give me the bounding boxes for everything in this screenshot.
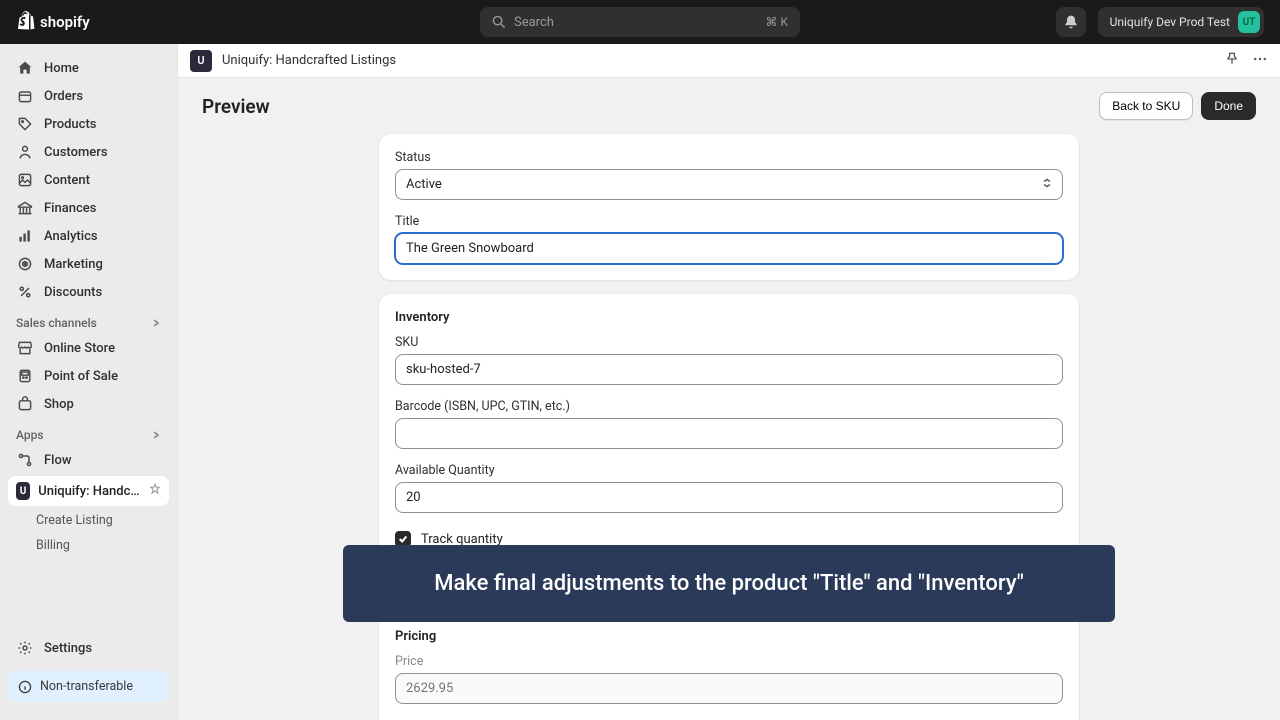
sidebar-item-label: Content <box>44 173 90 188</box>
sidebar-item-home[interactable]: Home <box>8 54 169 82</box>
pin-icon[interactable] <box>149 483 161 499</box>
sku-input[interactable] <box>395 354 1063 385</box>
sidebar-item-label: Products <box>44 117 96 132</box>
app-header: U Uniquify: Handcrafted Listings <box>178 44 1280 78</box>
sidebar-item-label: Uniquify: Handcrafte... <box>38 484 141 499</box>
sidebar-item-label: Point of Sale <box>44 369 118 384</box>
sidebar-item-label: Orders <box>44 89 83 104</box>
finances-icon <box>16 199 34 217</box>
sidebar-item-finances[interactable]: Finances <box>8 194 169 222</box>
sidebar-item-flow[interactable]: Flow <box>8 446 169 474</box>
banner-text: Make final adjustments to the product "T… <box>434 571 1024 596</box>
sidebar: Home Orders Products Customers Content F… <box>0 44 178 720</box>
sidebar-item-label: Customers <box>44 145 108 160</box>
search-input[interactable]: Search ⌘ K <box>480 7 800 37</box>
sidebar-item-orders[interactable]: Orders <box>8 82 169 110</box>
non-transferable-banner[interactable]: Non-transferable <box>8 671 169 702</box>
pricing-card: Pricing Price <box>379 613 1079 720</box>
orders-icon <box>16 87 34 105</box>
notifications-button[interactable] <box>1056 7 1086 37</box>
sidebar-item-label: Online Store <box>44 341 115 356</box>
marketing-icon <box>16 255 34 273</box>
home-icon <box>16 59 34 77</box>
status-select[interactable]: Active <box>395 169 1063 200</box>
search-shortcut: ⌘ K <box>765 15 788 29</box>
price-input[interactable] <box>395 673 1063 704</box>
sidebar-item-analytics[interactable]: Analytics <box>8 222 169 250</box>
app-icon: U <box>190 50 212 72</box>
sidebar-item-label: Discounts <box>44 285 102 300</box>
sidebar-item-label: Analytics <box>44 229 98 244</box>
search-icon <box>492 15 506 29</box>
barcode-label: Barcode (ISBN, UPC, GTIN, etc.) <box>395 399 1063 414</box>
analytics-icon <box>16 227 34 245</box>
done-button[interactable]: Done <box>1201 92 1256 120</box>
quantity-input[interactable] <box>395 482 1063 513</box>
app-title: Uniquify: Handcrafted Listings <box>222 53 396 68</box>
sidebar-item-content[interactable]: Content <box>8 166 169 194</box>
instruction-banner: Make final adjustments to the product "T… <box>343 545 1115 622</box>
chevron-right-icon <box>151 430 161 440</box>
back-to-sku-button[interactable]: Back to SKU <box>1099 92 1193 120</box>
sidebar-item-uniquify[interactable]: U Uniquify: Handcrafte... <box>8 476 169 506</box>
products-icon <box>16 115 34 133</box>
sidebar-item-label: Marketing <box>44 257 103 272</box>
store-switcher[interactable]: Uniquify Dev Prod Test UT <box>1098 7 1264 37</box>
more-icon[interactable] <box>1252 51 1268 71</box>
pricing-heading: Pricing <box>395 629 1063 644</box>
sidebar-item-label: Shop <box>44 397 74 412</box>
sidebar-item-online-store[interactable]: Online Store <box>8 334 169 362</box>
sidebar-item-label: Settings <box>44 641 92 656</box>
chevron-right-icon <box>151 318 161 328</box>
main-content: U Uniquify: Handcrafted Listings Preview… <box>178 44 1280 720</box>
page-title: Preview <box>202 95 270 118</box>
flow-icon <box>16 451 34 469</box>
barcode-input[interactable] <box>395 418 1063 449</box>
pin-app-icon[interactable] <box>1224 51 1240 71</box>
check-icon <box>398 534 408 544</box>
discounts-icon <box>16 283 34 301</box>
sidebar-item-discounts[interactable]: Discounts <box>8 278 169 306</box>
store-name: Uniquify Dev Prod Test <box>1110 15 1230 29</box>
sidebar-item-customers[interactable]: Customers <box>8 138 169 166</box>
sidebar-sub-billing[interactable]: Billing <box>0 533 177 558</box>
bell-icon <box>1063 14 1079 30</box>
content-icon <box>16 171 34 189</box>
gear-icon <box>16 639 34 657</box>
sidebar-item-pos[interactable]: Point of Sale <box>8 362 169 390</box>
status-label: Status <box>395 150 1063 165</box>
sidebar-item-label: Home <box>44 61 79 76</box>
sidebar-item-label: Finances <box>44 201 96 216</box>
sidebar-item-label: Flow <box>44 453 72 468</box>
sidebar-item-shop[interactable]: Shop <box>8 390 169 418</box>
title-label: Title <box>395 214 1063 229</box>
sidebar-item-marketing[interactable]: Marketing <box>8 250 169 278</box>
store-icon <box>16 339 34 357</box>
topbar: shopify Search ⌘ K Uniquify Dev Prod Tes… <box>0 0 1280 44</box>
customers-icon <box>16 143 34 161</box>
sku-label: SKU <box>395 335 1063 350</box>
shopify-logo[interactable]: shopify <box>16 11 90 33</box>
sidebar-section-sales-channels[interactable]: Sales channels <box>0 306 177 334</box>
status-title-card: Status Active Title <box>379 134 1079 280</box>
sidebar-sub-create-listing[interactable]: Create Listing <box>0 508 177 533</box>
info-icon <box>18 680 32 694</box>
price-label: Price <box>395 654 1063 669</box>
title-input[interactable] <box>395 233 1063 264</box>
quantity-label: Available Quantity <box>395 463 1063 478</box>
banner-label: Non-transferable <box>40 679 133 694</box>
avatar: UT <box>1238 11 1260 33</box>
shop-icon <box>16 395 34 413</box>
sidebar-item-products[interactable]: Products <box>8 110 169 138</box>
inventory-heading: Inventory <box>395 310 1063 325</box>
search-placeholder: Search <box>514 15 554 30</box>
sidebar-section-apps[interactable]: Apps <box>0 418 177 446</box>
sidebar-item-settings[interactable]: Settings <box>0 633 177 663</box>
app-icon: U <box>16 482 30 500</box>
pos-icon <box>16 367 34 385</box>
